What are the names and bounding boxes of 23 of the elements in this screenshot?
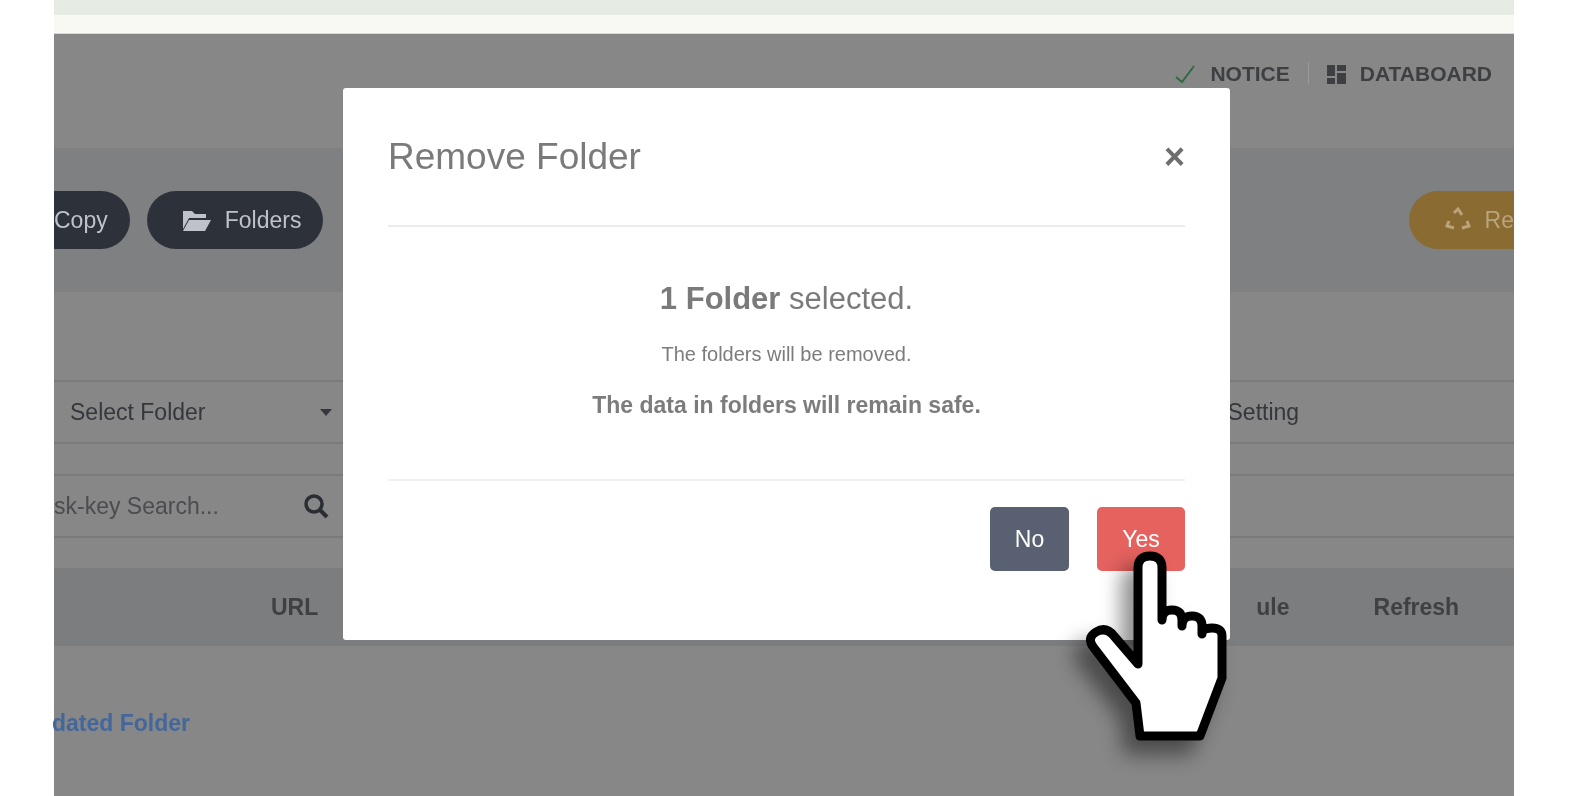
selection-summary: 1 Folder selected. (659, 281, 914, 317)
dashboard-icon (1326, 64, 1346, 84)
dialog-note: The data in folders will remain safe. (592, 392, 981, 419)
folder-icon (182, 209, 211, 231)
search-icon (302, 493, 329, 519)
dialog-message: The folders will be removed. (661, 343, 912, 366)
toolbar-button[interactable]: Re (1408, 191, 1514, 249)
check-icon (1174, 63, 1197, 85)
toolbar-button[interactable]: Copy (54, 191, 130, 249)
column-header: Refresh (1373, 593, 1460, 621)
nav-link[interactable]: DATABOARD (1359, 62, 1492, 86)
column-header: URL (271, 593, 319, 621)
search-field[interactable]: sk-key Search... (54, 492, 219, 520)
cancel-button[interactable]: No (990, 507, 1069, 571)
nav-link[interactable]: NOTICE (1210, 62, 1290, 86)
folder-select[interactable]: Select Folder (70, 398, 206, 426)
column-header: ule (1256, 593, 1290, 621)
caret-icon (319, 408, 332, 416)
confirm-button[interactable]: Yes (1097, 507, 1185, 571)
toolbar-button[interactable]: Folders (146, 191, 324, 249)
setting-label[interactable]: Setting (1227, 398, 1300, 426)
dialog-title: Remove Folder (388, 135, 641, 178)
close-button[interactable]: × (1163, 138, 1185, 175)
